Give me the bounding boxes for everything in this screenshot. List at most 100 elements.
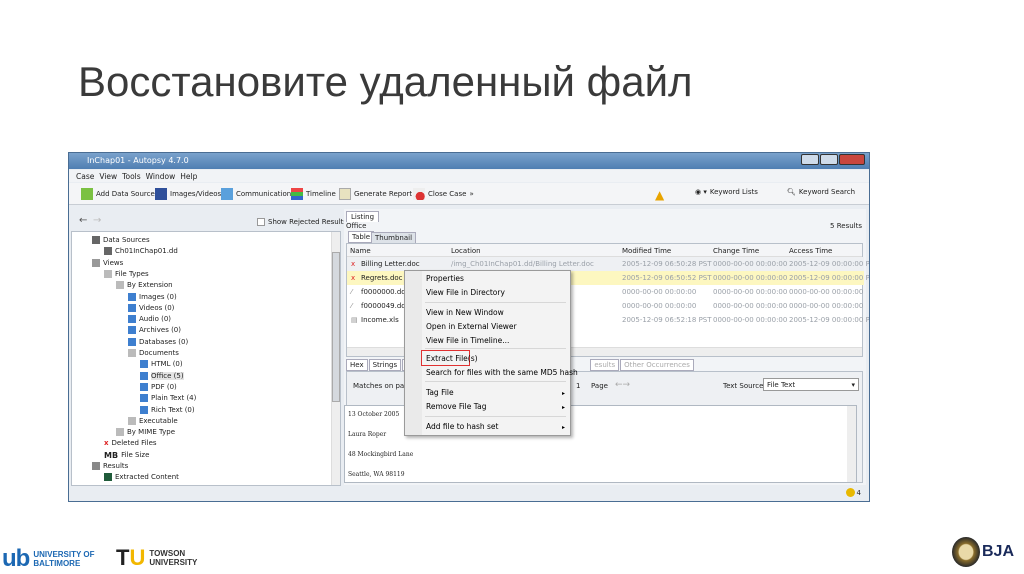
- tree-node[interactable]: Documents: [128, 349, 179, 357]
- tree-node[interactable]: HTML (0): [140, 360, 183, 369]
- file-icon: [128, 326, 136, 335]
- tree-node[interactable]: By MIME Type: [116, 428, 176, 437]
- tree-node[interactable]: Archives (0): [128, 326, 181, 335]
- menu-properties[interactable]: Properties: [426, 274, 464, 283]
- tree-node[interactable]: Videos (0): [128, 303, 174, 312]
- cell-name: Billing Letter.doc: [361, 260, 420, 268]
- menu-case[interactable]: Case: [76, 172, 94, 181]
- group-icon: [128, 349, 136, 357]
- file-icon: [128, 315, 136, 324]
- timeline-icon: [291, 188, 303, 200]
- file-icon: [128, 303, 136, 312]
- slide-title: Восстановите удаленный файл: [78, 58, 693, 105]
- menu-window[interactable]: Window: [146, 172, 176, 181]
- results-count: 5 Results: [830, 222, 862, 230]
- minimize-button[interactable]: [801, 154, 819, 165]
- menu-view-timeline[interactable]: View File in Timeline...: [426, 336, 509, 345]
- tree-node[interactable]: MB File Size: [104, 451, 149, 460]
- forward-button[interactable]: →: [93, 215, 101, 226]
- tree-node[interactable]: Audio (0): [128, 315, 171, 324]
- menu-tools[interactable]: Tools: [122, 172, 140, 181]
- tree-node[interactable]: Images (0): [128, 292, 177, 301]
- eye-icon: ◉ ▾: [695, 188, 707, 196]
- text-scrollbar[interactable]: [847, 406, 856, 482]
- page-nav-arrows[interactable]: ←→: [615, 380, 630, 390]
- tree-scrollbar[interactable]: [331, 232, 340, 485]
- tree-node[interactable]: Databases (0): [128, 337, 188, 346]
- col-change[interactable]: Change Time: [713, 247, 759, 255]
- add-data-source-button[interactable]: Add Data Source: [81, 188, 155, 200]
- menu-remove-tag[interactable]: Remove File Tag: [426, 402, 486, 411]
- maximize-button[interactable]: [820, 154, 838, 165]
- submenu-arrow-icon: ▸: [561, 424, 565, 431]
- tree-node[interactable]: Results: [92, 462, 128, 470]
- tree-label: By MIME Type: [127, 428, 176, 437]
- file-icon: [140, 405, 148, 414]
- extracted-icon: [104, 473, 112, 482]
- submenu-arrow-icon: ▸: [561, 390, 565, 397]
- show-rejected-checkbox[interactable]: Show Rejected Results: [257, 218, 347, 226]
- selected-value: File Text: [767, 381, 796, 389]
- back-button[interactable]: ←: [79, 215, 87, 226]
- viewer-tab[interactable]: Hex: [346, 359, 368, 371]
- cell-location: /img_Ch01InChap01.dd/Billing Letter.doc: [451, 260, 594, 268]
- menu-tag-file[interactable]: Tag File: [426, 388, 454, 397]
- table-row[interactable]: x Billing Letter.doc/img_Ch01InChap01.dd/…: [347, 257, 869, 271]
- tab-listing[interactable]: Listing: [346, 211, 380, 222]
- images-videos-button[interactable]: Images/Videos: [155, 188, 221, 200]
- cell-change: 0000-00-00 00:00:00: [713, 274, 788, 282]
- tree-node[interactable]: Extracted Content: [104, 473, 179, 482]
- tree-node[interactable]: Plain Text (4): [140, 394, 196, 403]
- close-case-button[interactable]: Close Case»: [413, 188, 474, 200]
- menu-open-external[interactable]: Open in External Viewer: [426, 322, 517, 331]
- cell-modified: 0000-00-00 00:00:00: [622, 302, 697, 310]
- tree-node[interactable]: Office (5): [140, 371, 184, 380]
- col-name[interactable]: Name: [350, 247, 371, 255]
- notification-icon: [845, 488, 855, 497]
- col-access[interactable]: Access Time: [789, 247, 832, 255]
- cell-access: 0000-00-00 00:00:00: [789, 302, 864, 310]
- text-source-select[interactable]: File Text ▾: [763, 378, 859, 391]
- tree-node[interactable]: Data Sources: [92, 236, 150, 244]
- menu-extract-files[interactable]: Extract File(s): [426, 354, 478, 363]
- tree-node[interactable]: File Types: [104, 269, 149, 278]
- carved-icon: ⁄: [351, 302, 353, 310]
- tree-node[interactable]: Ch01InChap01.dd: [104, 247, 178, 256]
- results-icon: [92, 462, 100, 470]
- communications-button[interactable]: Communications: [221, 188, 295, 200]
- keyword-search-button[interactable]: 🔍︎ Keyword Search: [787, 188, 855, 196]
- tree-node[interactable]: x Deleted Files: [104, 439, 157, 447]
- warning-icon[interactable]: ▲: [655, 188, 664, 202]
- tree-label: Data Sources: [103, 236, 150, 244]
- close-button[interactable]: [839, 154, 865, 165]
- label: Timeline: [306, 190, 336, 198]
- timeline-button[interactable]: Timeline: [291, 188, 336, 200]
- menu-help[interactable]: Help: [180, 172, 197, 181]
- viewer-tab[interactable]: Other Occurrences: [620, 359, 694, 371]
- keyword-lists-button[interactable]: ◉ ▾ Keyword Lists: [695, 188, 758, 196]
- tree-label: Documents: [139, 349, 179, 357]
- tree-node[interactable]: Views: [92, 258, 123, 267]
- menu-search-md5[interactable]: Search for files with the same MD5 hash: [426, 368, 578, 377]
- col-location[interactable]: Location: [451, 247, 481, 255]
- menu-view[interactable]: View: [99, 172, 117, 181]
- cell-name: Income.xls: [361, 316, 399, 324]
- bja-logo: BJA: [952, 537, 1014, 567]
- generate-report-button[interactable]: Generate Report: [339, 188, 412, 200]
- viewer-tab[interactable]: Strings: [368, 359, 402, 371]
- menu-view-new-window[interactable]: View in New Window: [426, 308, 504, 317]
- text-line: Laura Roper: [348, 431, 387, 438]
- viewer-tab[interactable]: esults: [590, 359, 620, 371]
- col-modified[interactable]: Modified Time: [622, 247, 671, 255]
- notifications[interactable]: 4: [845, 488, 861, 497]
- report-icon: [339, 188, 351, 200]
- tree-label: Deleted Files: [111, 439, 157, 448]
- menu-view-in-directory[interactable]: View File in Directory: [426, 288, 505, 297]
- tree-node[interactable]: Rich Text (0): [140, 405, 195, 414]
- menu-add-hash-set[interactable]: Add file to hash set: [426, 422, 498, 431]
- tree-node[interactable]: Executable: [128, 416, 178, 425]
- tree-label: Rich Text (0): [151, 405, 195, 414]
- tree-node[interactable]: PDF (0): [140, 382, 177, 391]
- tree-node[interactable]: By Extension: [116, 281, 173, 290]
- tree-label: By Extension: [127, 281, 173, 290]
